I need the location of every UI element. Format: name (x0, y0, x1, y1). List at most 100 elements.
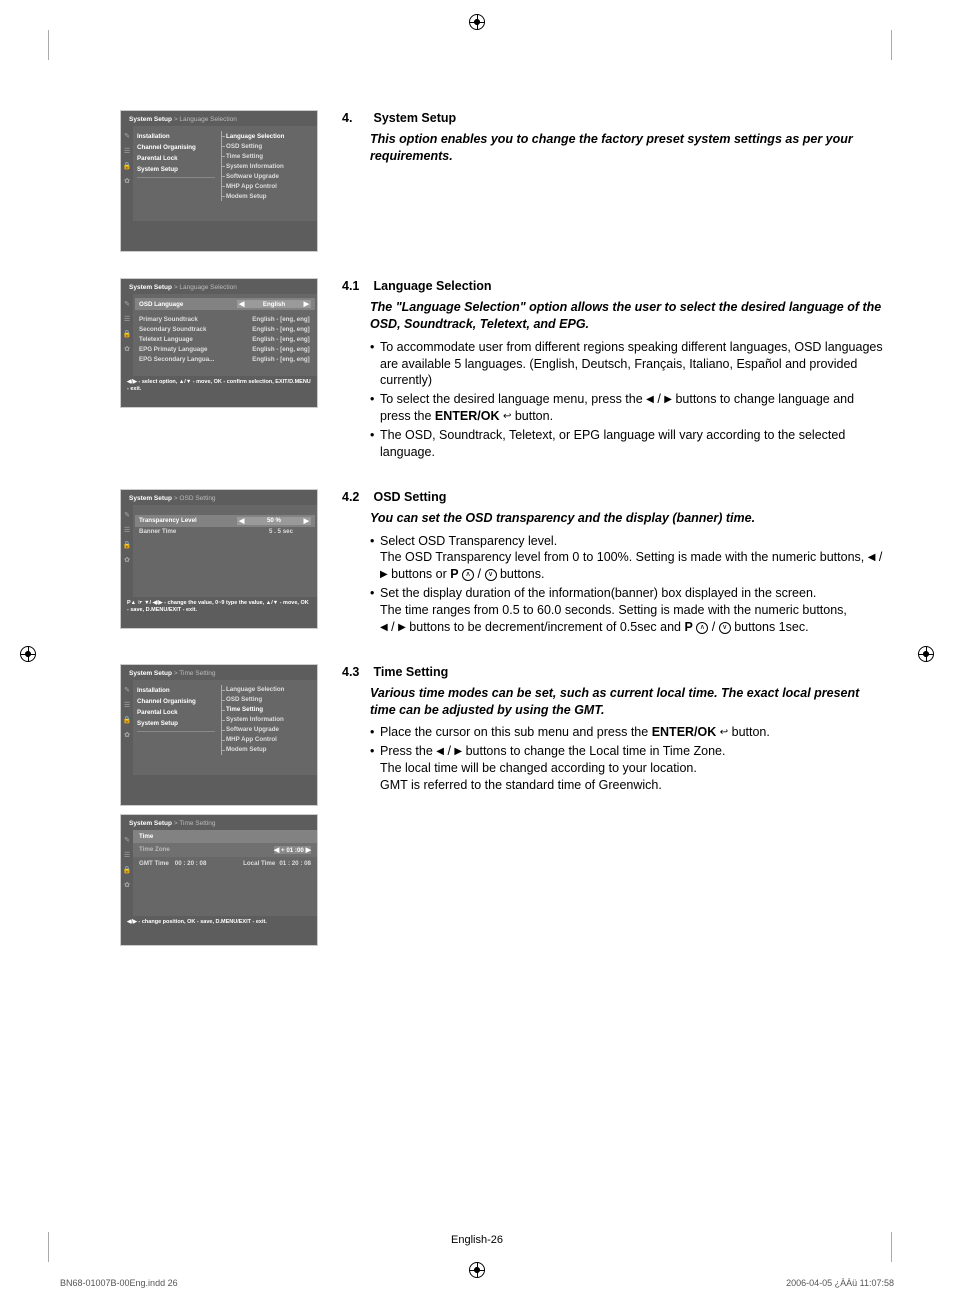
setting-row: Primary SoundtrackEnglish - [eng, eng] (139, 314, 311, 324)
time-header: Time (133, 830, 317, 843)
setting-label: Time Zone (139, 846, 274, 853)
osd-column: System Setup > Time Setting ✎ ☰ 🔒 ✿ Inst… (120, 664, 318, 946)
left-arrow-icon: ◀ (239, 300, 244, 308)
osd-screenshot-language: System Setup > Language Selection ✎ ☰ 🔒 … (120, 278, 318, 408)
setting-row: Teletext LanguageEnglish - [eng, eng] (139, 334, 311, 344)
text-fragment: buttons to change the Local time in Time… (462, 744, 725, 758)
setting-label: EPG Primaty Language (139, 346, 251, 353)
text-column: 4.1 Language Selection The "Language Sel… (342, 278, 884, 463)
setting-label: Primary Soundtrack (139, 316, 251, 323)
setting-row: Time Zone ◀ + 01 :00 ▶ (133, 843, 317, 857)
heading-title: OSD Setting (373, 490, 446, 504)
left-arrow-icon: ◀ (380, 622, 388, 633)
lead-text: This option enables you to change the fa… (370, 131, 884, 165)
down-circle-icon: ∨ (719, 622, 731, 634)
breadcrumb-1: System Setup (129, 820, 172, 827)
submenu-item: Language Selection (226, 131, 311, 141)
time-info-row: GMT Time 00 : 20 : 08 Local Time 01 : 20… (133, 857, 317, 870)
text-fragment: The time ranges from 0.5 to 60.0 seconds… (380, 603, 847, 617)
section-osd-setting: System Setup > OSD Setting ✎ ☰ 🔒 ✿ Tra (120, 489, 884, 638)
menu-item: Channel Organising (137, 142, 215, 153)
right-arrow-icon: ▶ (380, 569, 388, 580)
text-fragment: To select the desired language menu, pre… (380, 392, 646, 406)
up-circle-icon: ∧ (462, 569, 474, 581)
heading-title: Time Setting (373, 665, 448, 679)
text-fragment: buttons. (497, 567, 545, 581)
osd-sidebar: ✎ ☰ 🔒 ✿ (121, 680, 133, 775)
lock-icon: 🔒 (123, 162, 131, 170)
gear-icon: ✿ (123, 881, 131, 889)
osd-breadcrumb: System Setup > Time Setting (121, 665, 317, 680)
setting-value: English - [eng, eng] (251, 316, 311, 323)
right-arrow-icon: ▶ (664, 394, 672, 405)
lead-text: Various time modes can be set, such as c… (370, 685, 884, 719)
breadcrumb-2: OSD Setting (179, 495, 215, 502)
right-arrow-icon: ▶ (304, 517, 309, 525)
setting-label: Secondary Soundtrack (139, 326, 251, 333)
local-value: 01 : 20 : 08 (279, 860, 311, 867)
text-fragment: Place the cursor on this sub menu and pr… (380, 725, 652, 739)
menu-item: Installation (137, 685, 215, 696)
setting-value: + 01 :00 (281, 847, 304, 854)
text-fragment: The OSD Transparency level from 0 to 100… (380, 550, 868, 564)
osd-screenshot-osd-setting: System Setup > OSD Setting ✎ ☰ 🔒 ✿ Tra (120, 489, 318, 629)
gmt-label: GMT Time (139, 860, 169, 867)
text-fragment: The local time will be changed according… (380, 761, 697, 775)
setting-value: English - [eng, eng] (251, 356, 311, 363)
osd-breadcrumb: System Setup > Language Selection (121, 279, 317, 294)
bullet-item: Press the ◀ / ▶ buttons to change the Lo… (370, 743, 884, 794)
page-number: English-26 (0, 1234, 954, 1246)
breadcrumb-2: Time Setting (179, 670, 215, 677)
submenu-item: Software Upgrade (226, 171, 311, 181)
bullet-item: To accommodate user from different regio… (370, 339, 884, 390)
tools-icon: ✎ (123, 686, 131, 694)
osd-settings-list: Transparency Level ◀ 50 % ▶ Banner Time5… (133, 505, 317, 597)
text-fragment: Select OSD Transparency level. (380, 534, 557, 548)
lock-icon: 🔒 (123, 866, 131, 874)
osd-footer-hint: P▲ ☞ ▼/ ◀/▶ - change the value, 0~9 type… (121, 597, 317, 618)
page: System Setup > Language Selection ✎ ☰ 🔒 … (0, 0, 954, 1308)
tools-icon: ✎ (123, 300, 131, 308)
text-fragment: buttons to be decrement/increment of 0.5… (406, 620, 685, 634)
right-arrow-icon: ▶ (304, 300, 309, 308)
setting-value-box: ◀ 50 % ▶ (237, 517, 311, 525)
submenu-item: Software Upgrade (226, 725, 311, 735)
bullet-item: To select the desired language menu, pre… (370, 391, 884, 425)
heading: 4.1 Language Selection (342, 278, 884, 295)
lock-icon: 🔒 (123, 541, 131, 549)
text-fragment: GMT is referred to the standard time of … (380, 778, 662, 792)
registration-mark-icon (469, 14, 485, 30)
print-info: BN68-01007B-00Eng.indd 26 2006-04-05 ¿ÀÀ… (60, 1278, 894, 1288)
gear-icon: ✿ (123, 556, 131, 564)
heading-number: 4.2 (342, 489, 370, 506)
gear-icon: ✿ (123, 731, 131, 739)
submenu-item: System Information (226, 161, 311, 171)
menu-item: Parental Lock (137, 707, 215, 718)
submenu-item-highlighted: Time Setting (226, 705, 311, 715)
setting-label: OSD Language (139, 301, 237, 308)
osd-right-submenu: Language Selection OSD Setting Time Sett… (219, 680, 317, 775)
osd-sidebar: ✎ ☰ 🔒 ✿ (121, 126, 133, 221)
list-icon: ☰ (123, 526, 131, 534)
registration-mark-icon (918, 646, 934, 662)
section-language-selection: System Setup > Language Selection ✎ ☰ 🔒 … (120, 278, 884, 463)
heading-number: 4.3 (342, 664, 370, 681)
left-arrow-icon: ◀ (239, 517, 244, 525)
text-fragment: buttons 1sec. (731, 620, 809, 634)
bullet-list: To accommodate user from different regio… (370, 339, 884, 461)
left-arrow-icon: ◀ (868, 552, 876, 563)
heading-title: System Setup (373, 111, 456, 125)
setting-value: English - [eng, eng] (251, 336, 311, 343)
print-date: 2006-04-05 ¿ÀÀü 11:07:58 (786, 1278, 894, 1288)
setting-row: EPG Secondary Langua...English - [eng, e… (139, 354, 311, 364)
list-icon: ☰ (123, 701, 131, 709)
heading: 4.3 Time Setting (342, 664, 884, 681)
menu-item: Channel Organising (137, 696, 215, 707)
setting-label: Transparency Level (139, 517, 237, 524)
right-arrow-icon: ▶ (398, 622, 406, 633)
submenu-item: MHP App Control (226, 735, 311, 745)
osd-left-menu: Installation Channel Organising Parental… (133, 680, 219, 775)
lead-text: You can set the OSD transparency and the… (370, 510, 884, 527)
osd-breadcrumb: System Setup > OSD Setting (121, 490, 317, 505)
submenu-item: System Information (226, 715, 311, 725)
